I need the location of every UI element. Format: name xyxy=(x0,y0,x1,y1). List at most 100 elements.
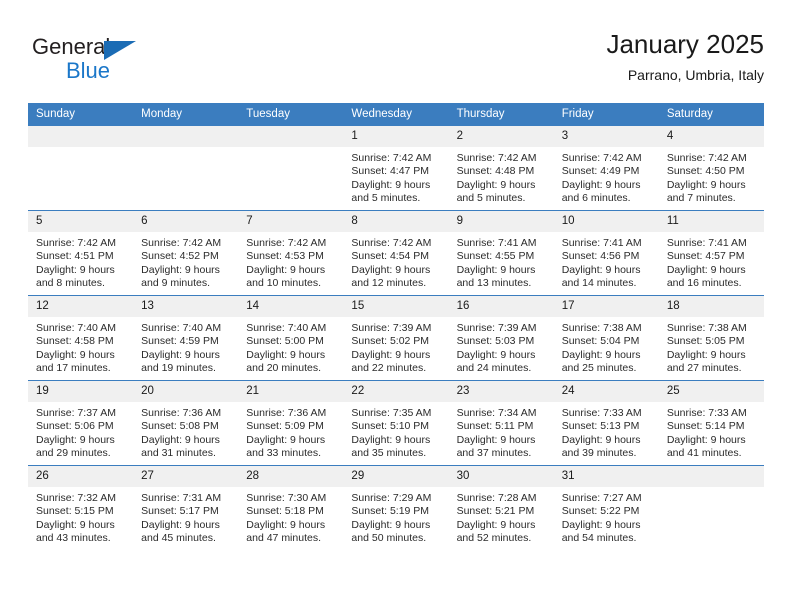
calendar-day-cell[interactable]: 11 Sunrise: 7:41 AM Sunset: 4:57 PM Dayligh… xyxy=(658,210,764,296)
day-cell-inner: 26 Sunrise: 7:32 AM Sunset: 5:15 PM Dayligh… xyxy=(28,466,134,550)
day-details: Sunrise: 7:32 AM Sunset: 5:15 PM Daylight:… xyxy=(28,487,133,546)
page-title: January 2025 xyxy=(606,29,764,59)
day-number: 4 xyxy=(658,126,764,147)
sunset-text: Sunset: 4:55 PM xyxy=(456,250,535,263)
calendar-day-cell[interactable]: 13 Sunrise: 7:40 AM Sunset: 4:59 PM Dayligh… xyxy=(133,295,239,381)
day-cell-inner: 4 Sunrise: 7:42 AM Sunset: 4:50 PM Daylight… xyxy=(658,126,764,210)
calendar-day-cell[interactable]: 30 Sunrise: 7:28 AM Sunset: 5:21 PM Dayligh… xyxy=(448,465,554,550)
day-cell-inner: 29 Sunrise: 7:29 AM Sunset: 5:19 PM Dayligh… xyxy=(343,466,449,550)
sunrise-text: Sunrise: 7:33 AM xyxy=(561,407,642,419)
calendar-day-cell[interactable]: 15 Sunrise: 7:39 AM Sunset: 5:02 PM Dayligh… xyxy=(343,295,449,381)
sunset-text: Sunset: 5:08 PM xyxy=(141,420,219,433)
sunset-text: Sunset: 4:49 PM xyxy=(561,165,640,178)
daylight-text-line2: and 39 minutes. xyxy=(561,447,637,460)
calendar-day-cell[interactable]: 2 Sunrise: 7:42 AM Sunset: 4:48 PM Daylight… xyxy=(448,125,554,211)
calendar-day-cell[interactable]: 16 Sunrise: 7:39 AM Sunset: 5:03 PM Dayligh… xyxy=(448,295,554,381)
day-details: Sunrise: 7:42 AM Sunset: 4:49 PM Daylight:… xyxy=(554,147,659,206)
calendar-day-cell[interactable]: 9 Sunrise: 7:41 AM Sunset: 4:55 PM Daylight… xyxy=(448,210,554,296)
day-number: 25 xyxy=(658,381,764,402)
calendar-day-cell[interactable]: 1 Sunrise: 7:42 AM Sunset: 4:47 PM Daylight… xyxy=(343,125,449,211)
day-number: 14 xyxy=(238,296,344,317)
day-details: Sunrise: 7:39 AM Sunset: 5:03 PM Daylight:… xyxy=(449,317,554,376)
calendar-day-cell[interactable]: 21 Sunrise: 7:36 AM Sunset: 5:09 PM Dayligh… xyxy=(238,380,344,466)
day-details: Sunrise: 7:29 AM Sunset: 5:19 PM Daylight:… xyxy=(343,487,448,546)
calendar-day-cell[interactable]: 8 Sunrise: 7:42 AM Sunset: 4:54 PM Daylight… xyxy=(343,210,449,296)
day-cell-inner: 22 Sunrise: 7:35 AM Sunset: 5:10 PM Dayligh… xyxy=(343,381,449,465)
day-details: Sunrise: 7:42 AM Sunset: 4:54 PM Daylight:… xyxy=(343,232,448,291)
daylight-text-line1: Daylight: 9 hours xyxy=(561,348,641,361)
calendar-day-cell[interactable]: 28 Sunrise: 7:30 AM Sunset: 5:18 PM Dayligh… xyxy=(238,465,344,550)
day-cell-inner: 15 Sunrise: 7:39 AM Sunset: 5:02 PM Dayligh… xyxy=(343,296,449,380)
sunrise-text: Sunrise: 7:32 AM xyxy=(36,492,116,504)
calendar-day-cell[interactable]: 22 Sunrise: 7:35 AM Sunset: 5:10 PM Dayligh… xyxy=(343,380,449,466)
general-blue-logo[interactable]: General Blue xyxy=(32,34,252,94)
day-number: 13 xyxy=(133,296,239,317)
calendar-day-cell[interactable]: 14 Sunrise: 7:40 AM Sunset: 5:00 PM Dayligh… xyxy=(238,295,344,381)
daylight-text-line1: Daylight: 9 hours xyxy=(351,518,431,531)
calendar-day-cell[interactable]: 6 Sunrise: 7:42 AM Sunset: 4:52 PM Daylight… xyxy=(133,210,239,296)
day-details: Sunrise: 7:35 AM Sunset: 5:10 PM Daylight:… xyxy=(343,402,448,461)
daylight-text-line2: and 13 minutes. xyxy=(456,277,532,290)
calendar-day-cell[interactable]: 5 Sunrise: 7:42 AM Sunset: 4:51 PM Daylight… xyxy=(28,210,134,296)
day-cell-inner: 7 Sunrise: 7:42 AM Sunset: 4:53 PM Daylight… xyxy=(238,211,344,295)
calendar-week-row: 5 Sunrise: 7:42 AM Sunset: 4:51 PM Daylight… xyxy=(28,210,764,296)
calendar-day-cell[interactable]: 31 Sunrise: 7:27 AM Sunset: 5:22 PM Dayligh… xyxy=(553,465,659,550)
day-details: Sunrise: 7:42 AM Sunset: 4:53 PM Daylight:… xyxy=(238,232,343,291)
calendar-day-cell[interactable]: 29 Sunrise: 7:29 AM Sunset: 5:19 PM Dayligh… xyxy=(343,465,449,550)
day-number: 8 xyxy=(343,211,449,232)
sunset-text: Sunset: 4:50 PM xyxy=(666,165,745,178)
calendar-week-row: 12 Sunrise: 7:40 AM Sunset: 4:58 PM Dayligh… xyxy=(28,295,764,381)
day-cell-inner: 25 Sunrise: 7:33 AM Sunset: 5:14 PM Dayligh… xyxy=(658,381,764,465)
daylight-text-line2: and 22 minutes. xyxy=(351,362,427,375)
calendar-day-cell xyxy=(28,125,134,211)
calendar-day-cell[interactable]: 24 Sunrise: 7:33 AM Sunset: 5:13 PM Dayligh… xyxy=(553,380,659,466)
day-cell-inner: 14 Sunrise: 7:40 AM Sunset: 5:00 PM Dayligh… xyxy=(238,296,344,380)
calendar-day-cell[interactable]: 20 Sunrise: 7:36 AM Sunset: 5:08 PM Dayligh… xyxy=(133,380,239,466)
day-details: Sunrise: 7:42 AM Sunset: 4:50 PM Daylight:… xyxy=(659,147,764,206)
weekday-header-thursday: Thursday xyxy=(448,103,554,126)
daylight-text-line1: Daylight: 9 hours xyxy=(36,348,115,361)
daylight-text-line1: Daylight: 9 hours xyxy=(36,433,115,446)
calendar-day-cell[interactable]: 25 Sunrise: 7:33 AM Sunset: 5:14 PM Dayligh… xyxy=(658,380,764,466)
day-cell-inner: 27 Sunrise: 7:31 AM Sunset: 5:17 PM Dayligh… xyxy=(133,466,239,550)
sunrise-text: Sunrise: 7:42 AM xyxy=(351,152,432,164)
calendar-day-cell[interactable]: 18 Sunrise: 7:38 AM Sunset: 5:05 PM Dayligh… xyxy=(658,295,764,381)
day-cell-inner: 19 Sunrise: 7:37 AM Sunset: 5:06 PM Dayligh… xyxy=(28,381,134,465)
day-cell-inner xyxy=(238,126,344,210)
day-cell-inner: 2 Sunrise: 7:42 AM Sunset: 4:48 PM Daylight… xyxy=(448,126,554,210)
day-details: Sunrise: 7:41 AM Sunset: 4:56 PM Daylight:… xyxy=(554,232,659,291)
sunset-text: Sunset: 4:59 PM xyxy=(141,335,219,348)
calendar-day-cell[interactable]: 23 Sunrise: 7:34 AM Sunset: 5:11 PM Dayligh… xyxy=(448,380,554,466)
calendar-day-cell[interactable]: 19 Sunrise: 7:37 AM Sunset: 5:06 PM Dayligh… xyxy=(28,380,134,466)
calendar-day-cell[interactable]: 10 Sunrise: 7:41 AM Sunset: 4:56 PM Dayligh… xyxy=(553,210,659,296)
calendar-day-cell[interactable]: 3 Sunrise: 7:42 AM Sunset: 4:49 PM Daylight… xyxy=(553,125,659,211)
daylight-text-line2: and 54 minutes. xyxy=(561,532,637,545)
day-cell-inner: 8 Sunrise: 7:42 AM Sunset: 4:54 PM Daylight… xyxy=(343,211,449,295)
daylight-text-line2: and 52 minutes. xyxy=(456,532,532,545)
day-number: 31 xyxy=(553,466,659,487)
sunset-text: Sunset: 5:15 PM xyxy=(36,505,114,518)
daylight-text-line2: and 35 minutes. xyxy=(351,447,427,460)
day-details: Sunrise: 7:40 AM Sunset: 4:59 PM Daylight:… xyxy=(133,317,238,376)
day-details: Sunrise: 7:33 AM Sunset: 5:14 PM Daylight:… xyxy=(659,402,764,461)
calendar-day-cell xyxy=(658,465,764,550)
calendar-day-cell[interactable]: 17 Sunrise: 7:38 AM Sunset: 5:04 PM Dayligh… xyxy=(553,295,659,381)
day-cell-inner xyxy=(28,126,134,210)
sunset-text: Sunset: 4:56 PM xyxy=(561,250,640,263)
calendar-day-cell[interactable]: 26 Sunrise: 7:32 AM Sunset: 5:15 PM Dayligh… xyxy=(28,465,134,550)
calendar-day-cell[interactable]: 4 Sunrise: 7:42 AM Sunset: 4:50 PM Daylight… xyxy=(658,125,764,211)
calendar-day-cell[interactable]: 7 Sunrise: 7:42 AM Sunset: 4:53 PM Daylight… xyxy=(238,210,344,296)
sunset-text: Sunset: 5:06 PM xyxy=(36,420,114,433)
day-number: 29 xyxy=(343,466,449,487)
daylight-text-line1: Daylight: 9 hours xyxy=(141,518,220,531)
daylight-text-line1: Daylight: 9 hours xyxy=(666,263,746,276)
sunrise-text: Sunrise: 7:42 AM xyxy=(351,237,432,249)
sunrise-text: Sunrise: 7:40 AM xyxy=(36,322,116,334)
day-cell-inner: 10 Sunrise: 7:41 AM Sunset: 4:56 PM Dayligh… xyxy=(553,211,659,295)
daylight-text-line2: and 5 minutes. xyxy=(351,192,421,205)
calendar-day-cell[interactable]: 12 Sunrise: 7:40 AM Sunset: 4:58 PM Dayligh… xyxy=(28,295,134,381)
sunset-text: Sunset: 5:17 PM xyxy=(141,505,219,518)
day-number: 20 xyxy=(133,381,239,402)
sunrise-text: Sunrise: 7:42 AM xyxy=(561,152,642,164)
calendar-day-cell[interactable]: 27 Sunrise: 7:31 AM Sunset: 5:17 PM Dayligh… xyxy=(133,465,239,550)
